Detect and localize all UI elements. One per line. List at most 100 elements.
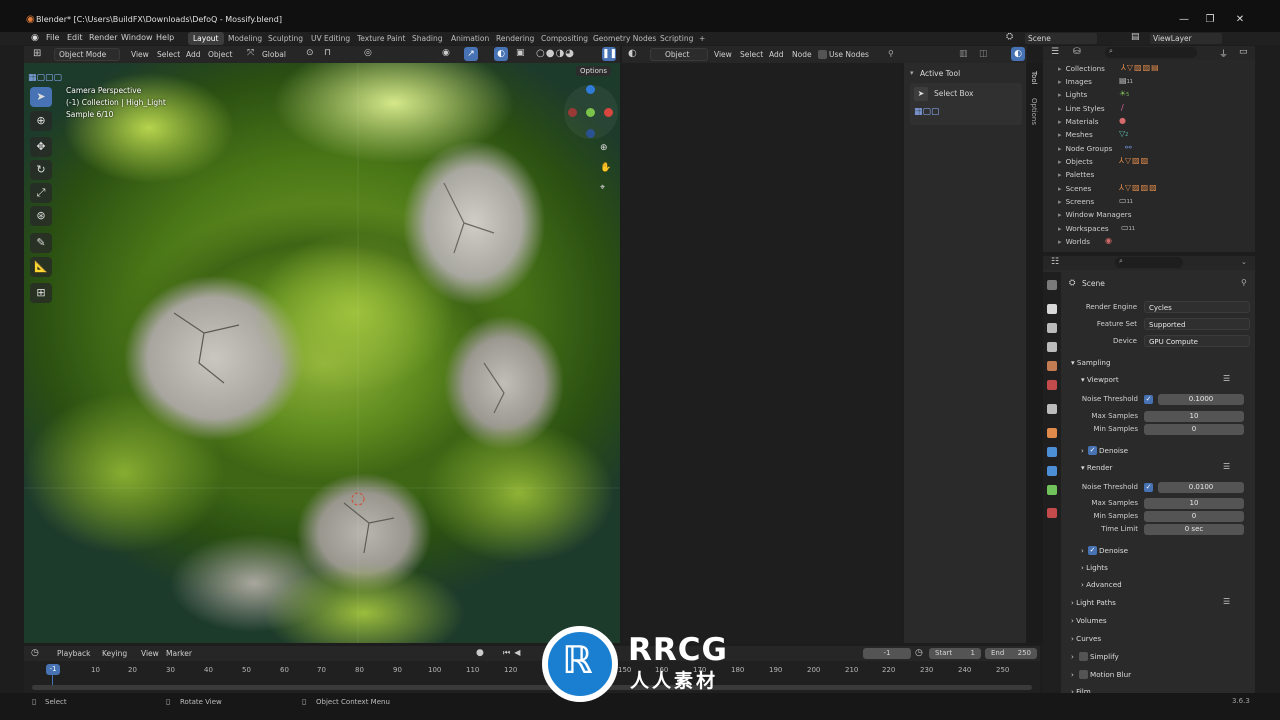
use-nodes-checkbox[interactable]: [818, 50, 827, 59]
add-workspace-button[interactable]: +: [694, 32, 710, 45]
node-overlay-toggle-icon[interactable]: ◐: [1011, 47, 1025, 61]
node-menu-select[interactable]: Select: [740, 50, 763, 59]
outliner-type-icon[interactable]: ☰: [1051, 47, 1059, 57]
outliner-item[interactable]: ▸ Collections: [1058, 64, 1105, 73]
modifier-tab-icon[interactable]: [1047, 447, 1057, 457]
preview-range-icon[interactable]: ◷: [915, 648, 923, 658]
transform-orientation-dropdown[interactable]: Global: [262, 50, 286, 59]
time-limit-field[interactable]: 0 sec: [1144, 524, 1244, 535]
record-icon[interactable]: ●: [476, 648, 484, 658]
object-tab-icon[interactable]: [1047, 428, 1057, 438]
pin-icon[interactable]: ⚲: [888, 49, 894, 58]
expand-arrow-icon[interactable]: ▸: [1058, 224, 1062, 233]
overlay-toggle-icon[interactable]: ◐: [494, 47, 508, 61]
render-engine-dropdown[interactable]: Cycles: [1144, 301, 1250, 313]
tab-scripting[interactable]: Scripting: [655, 32, 698, 45]
cursor-tool-icon[interactable]: ⊕: [30, 111, 52, 131]
feature-set-dropdown[interactable]: Supported: [1144, 318, 1250, 330]
view-layer-tab-icon[interactable]: [1047, 342, 1057, 352]
expand-arrow-icon[interactable]: ▸: [1058, 210, 1062, 219]
move-tool-icon[interactable]: ✥: [30, 137, 52, 157]
outliner-item[interactable]: ▸ Images: [1058, 77, 1092, 86]
scale-tool-icon[interactable]: ⤢: [30, 183, 52, 203]
r-denoise-section[interactable]: ›: [1081, 546, 1084, 555]
sampling-section[interactable]: ▾ Sampling: [1071, 358, 1111, 367]
zoom-icon[interactable]: ⊕: [600, 143, 608, 153]
tool-tab-icon[interactable]: [1047, 280, 1057, 290]
pivot-icon[interactable]: ⊙: [306, 48, 314, 58]
tab-shading[interactable]: Shading: [407, 32, 447, 45]
r-min-samples-field[interactable]: 0: [1144, 511, 1244, 522]
start-frame-field[interactable]: Start 1: [929, 648, 981, 659]
r-noise-threshold-checkbox[interactable]: ✓: [1144, 483, 1153, 492]
tl-menu-view[interactable]: View: [141, 649, 159, 658]
visibility-icon[interactable]: ◉: [442, 48, 450, 58]
render-subsection[interactable]: ▾ Render: [1081, 463, 1113, 472]
render-tab-icon[interactable]: [1047, 304, 1057, 314]
menu-file[interactable]: File: [46, 33, 59, 42]
tab-options[interactable]: Options: [1030, 98, 1038, 125]
outliner-item[interactable]: ▸ Line Styles: [1058, 104, 1105, 113]
xray-icon[interactable]: ▣: [516, 48, 525, 58]
proportional-edit-icon[interactable]: ◎: [364, 48, 372, 58]
timeline-type-icon[interactable]: ◷: [31, 648, 39, 658]
tab-tool[interactable]: Tool: [1030, 71, 1038, 85]
tab-modeling[interactable]: Modeling: [223, 32, 267, 45]
presets-icon[interactable]: ☰: [1223, 374, 1230, 383]
vp-max-samples-field[interactable]: 10: [1144, 411, 1244, 422]
node-editor-canvas[interactable]: [622, 63, 901, 643]
outliner-item[interactable]: ▸ Window Managers: [1058, 210, 1131, 219]
gizmo-neg-z-icon[interactable]: [586, 129, 595, 138]
maximize-button[interactable]: ❐: [1200, 14, 1220, 26]
select-mode-icons[interactable]: ▦▢▢: [914, 107, 940, 117]
measure-tool-icon[interactable]: 📐: [30, 257, 52, 277]
tab-geometry-nodes[interactable]: Geometry Nodes: [588, 32, 661, 45]
vp-menu-add[interactable]: Add: [186, 50, 201, 59]
outliner-item[interactable]: ▸ Node Groups: [1058, 144, 1112, 153]
presets-icon[interactable]: ☰: [1223, 597, 1230, 606]
outliner-item[interactable]: ▸ Materials: [1058, 117, 1099, 126]
menu-render[interactable]: Render: [89, 33, 117, 42]
view-layer-selector[interactable]: ViewLayer: [1150, 33, 1222, 44]
gizmo-z-icon[interactable]: [586, 85, 595, 94]
new-collection-icon[interactable]: ▭: [1239, 47, 1248, 57]
properties-type-icon[interactable]: ☷: [1051, 257, 1059, 267]
properties-search-input[interactable]: ⌕: [1115, 257, 1183, 268]
device-dropdown[interactable]: GPU Compute: [1144, 335, 1250, 347]
node-menu-view[interactable]: View: [714, 50, 732, 59]
light-paths-section[interactable]: › Light Paths: [1071, 598, 1116, 607]
outliner-item[interactable]: ▸ Palettes: [1058, 170, 1094, 179]
menu-window[interactable]: Window: [121, 33, 153, 42]
expand-arrow-icon[interactable]: ▸: [1058, 144, 1062, 153]
node-menu-add[interactable]: Add: [769, 50, 784, 59]
3d-viewport-render[interactable]: ▦▢▢▢ ➤ ⊕ ✥ ↻ ⤢ ⊛ ✎ 📐 ⊞ Camera Perspectiv…: [24, 63, 620, 643]
vp-min-samples-field[interactable]: 0: [1144, 424, 1244, 435]
physics-tab-icon[interactable]: [1047, 466, 1057, 476]
material-tab-icon[interactable]: [1047, 508, 1057, 518]
filter-icon[interactable]: ⏚: [1219, 47, 1228, 60]
scene-tab-icon[interactable]: [1047, 361, 1057, 371]
tl-menu-marker[interactable]: Marker: [166, 649, 192, 658]
node-editor-type-icon[interactable]: ◐: [628, 48, 637, 59]
playhead-frame[interactable]: -1: [46, 664, 60, 675]
r-denoise-checkbox[interactable]: ✓: [1088, 546, 1097, 555]
vp-menu-select[interactable]: Select: [157, 50, 180, 59]
collapse-arrow-icon[interactable]: ▾: [910, 69, 914, 77]
vp-noise-threshold-field[interactable]: 0.1000: [1158, 394, 1244, 405]
annotate-tool-icon[interactable]: ✎: [30, 233, 52, 253]
expand-arrow-icon[interactable]: ▸: [1058, 157, 1062, 166]
expand-arrow-icon[interactable]: ▸: [1058, 77, 1062, 86]
curves-section[interactable]: › Curves: [1071, 634, 1101, 643]
expand-arrow-icon[interactable]: ▸: [1058, 117, 1062, 126]
expand-arrow-icon[interactable]: ▸: [1058, 104, 1062, 113]
vp-noise-threshold-checkbox[interactable]: ✓: [1144, 395, 1153, 404]
vp-menu-view[interactable]: View: [131, 50, 149, 59]
node-type-dropdown[interactable]: Object: [650, 48, 708, 61]
expand-arrow-icon[interactable]: ▸: [1058, 64, 1062, 73]
outliner-item[interactable]: ▸ Meshes: [1058, 130, 1093, 139]
expand-arrow-icon[interactable]: ▸: [1058, 237, 1062, 246]
rotate-tool-icon[interactable]: ↻: [30, 160, 52, 180]
vp-denoise-section[interactable]: ›: [1081, 446, 1084, 455]
collection-tab-icon[interactable]: [1047, 404, 1057, 414]
expand-arrow-icon[interactable]: ▸: [1058, 197, 1062, 206]
